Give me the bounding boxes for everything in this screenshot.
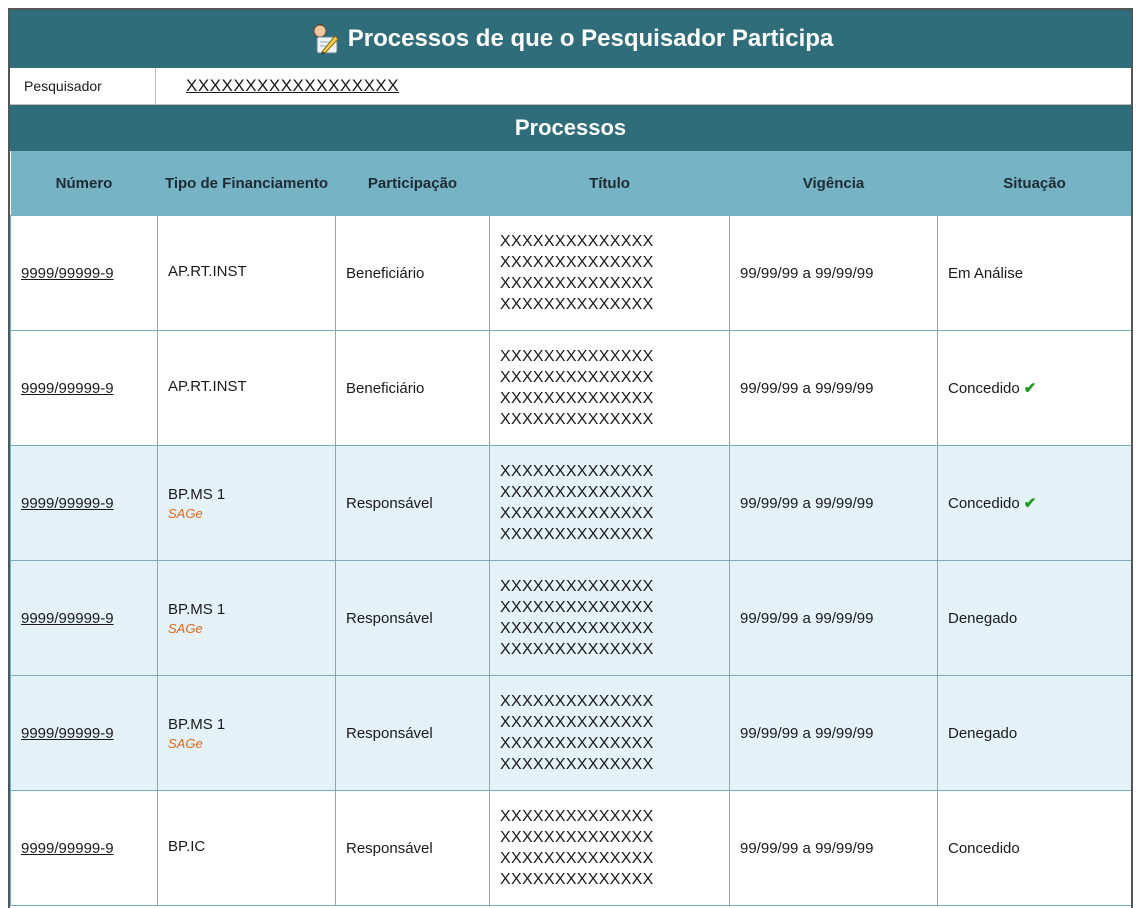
title-line: XXXXXXXXXXXXXX — [500, 505, 654, 522]
process-title: XXXXXXXXXXXXXX XXXXXXXXXXXXXX XXXXXXXXXX… — [489, 675, 730, 791]
status-label: Concedido — [948, 839, 1020, 857]
title-line: XXXXXXXXXXXXXX — [500, 348, 654, 365]
sage-label: SAGe — [168, 620, 203, 636]
validity-period: 99/99/99 a 99/99/99 — [729, 675, 938, 791]
processes-panel: Processos de que o Pesquisador Participa… — [8, 8, 1133, 908]
process-title: XXXXXXXXXXXXXX XXXXXXXXXXXXXX XXXXXXXXXX… — [489, 330, 730, 446]
title-line: XXXXXXXXXXXXXX — [500, 599, 654, 616]
title-line: XXXXXXXXXXXXXX — [500, 871, 654, 888]
funding-type: AP.RT.INST — [157, 330, 336, 446]
process-number-link[interactable]: 9999/99999-9 — [21, 380, 114, 397]
process-number-link[interactable]: 9999/99999-9 — [21, 840, 114, 857]
process-title: XXXXXXXXXXXXXX XXXXXXXXXXXXXX XXXXXXXXXX… — [489, 790, 730, 906]
title-line: XXXXXXXXXXXXXX — [500, 390, 654, 407]
researcher-edit-icon — [308, 22, 342, 56]
column-header-situacao: Situação — [937, 151, 1131, 216]
process-number-link[interactable]: 9999/99999-9 — [21, 725, 114, 742]
process-title: XXXXXXXXXXXXXX XXXXXXXXXXXXXX XXXXXXXXXX… — [489, 445, 730, 561]
validity-period: 99/99/99 a 99/99/99 — [729, 445, 938, 561]
process-title: XXXXXXXXXXXXXX XXXXXXXXXXXXXX XXXXXXXXXX… — [489, 215, 730, 331]
title-line: XXXXXXXXXXXXXX — [500, 484, 654, 501]
status-label: Concedido — [948, 380, 1020, 397]
title-line: XXXXXXXXXXXXXX — [500, 411, 654, 428]
sage-label: SAGe — [168, 735, 203, 751]
column-header-participacao: Participação — [335, 151, 490, 216]
title-line: XXXXXXXXXXXXXX — [500, 735, 654, 752]
status-label: Em Análise — [948, 264, 1024, 282]
funding-type: BP.IC — [157, 790, 336, 906]
column-header-titulo: Título — [489, 151, 730, 216]
title-line: XXXXXXXXXXXXXX — [500, 369, 654, 386]
title-line: XXXXXXXXXXXXXX — [500, 829, 654, 846]
sage-label: SAGe — [168, 505, 203, 521]
validity-period: 99/99/99 a 99/99/99 — [729, 215, 938, 331]
title-line: XXXXXXXXXXXXXX — [500, 808, 654, 825]
page-header: Processos de que o Pesquisador Participa — [10, 10, 1131, 68]
title-line: XXXXXXXXXXXXXX — [500, 254, 654, 271]
status-label: Denegado — [948, 609, 1018, 627]
column-header-vigencia: Vigência — [729, 151, 938, 216]
validity-period: 99/99/99 a 99/99/99 — [729, 330, 938, 446]
funding-type-label: BP.MS 1 — [168, 485, 226, 503]
title-line: XXXXXXXXXXXXXX — [500, 296, 654, 313]
participation: Beneficiário — [335, 215, 490, 331]
status: Denegado — [937, 560, 1131, 676]
table-row: 9999/99999-9 BP.IC Responsável XXXXXXXXX… — [10, 790, 1131, 906]
check-icon: ✔ — [1023, 380, 1037, 397]
funding-type: BP.MS 1 SAGe — [157, 675, 336, 791]
column-header-numero: Número — [10, 151, 158, 216]
validity-period: 99/99/99 a 99/99/99 — [729, 790, 938, 906]
title-line: XXXXXXXXXXXXXX — [500, 756, 654, 773]
table-row: 9999/99999-9 AP.RT.INST Beneficiário XXX… — [10, 330, 1131, 446]
researcher-label: Pesquisador — [10, 68, 156, 104]
funding-type: AP.RT.INST — [157, 215, 336, 331]
participation: Responsável — [335, 790, 490, 906]
participation: Responsável — [335, 560, 490, 676]
title-line: XXXXXXXXXXXXXX — [500, 526, 654, 543]
status-label: Concedido — [948, 495, 1020, 512]
funding-type-label: BP.MS 1 — [168, 600, 226, 618]
table-row: 9999/99999-9 AP.RT.INST Beneficiário XXX… — [10, 215, 1131, 331]
researcher-row: Pesquisador XXXXXXXXXXXXXXXXXX — [10, 68, 1131, 105]
status: Denegado — [937, 675, 1131, 791]
funding-type-label: AP.RT.INST — [168, 378, 247, 395]
status-label: Denegado — [948, 724, 1018, 742]
participation: Beneficiário — [335, 330, 490, 446]
title-line: XXXXXXXXXXXXXX — [500, 463, 654, 480]
researcher-name: XXXXXXXXXXXXXXXXXX — [186, 76, 400, 95]
title-line: XXXXXXXXXXXXXX — [500, 850, 654, 867]
title-line: XXXXXXXXXXXXXX — [500, 233, 654, 250]
funding-type: BP.MS 1 SAGe — [157, 560, 336, 676]
processes-table: Número Tipo de Financiamento Participaçã… — [10, 151, 1131, 906]
process-number-link[interactable]: 9999/99999-9 — [21, 610, 114, 627]
section-title: Processos — [10, 105, 1131, 151]
table-header-row: Número Tipo de Financiamento Participaçã… — [10, 151, 1131, 216]
process-number-link[interactable]: 9999/99999-9 — [21, 265, 114, 282]
title-line: XXXXXXXXXXXXXX — [500, 714, 654, 731]
status: Concedido — [937, 790, 1131, 906]
process-number-link[interactable]: 9999/99999-9 — [21, 495, 114, 512]
validity-period: 99/99/99 a 99/99/99 — [729, 560, 938, 676]
participation: Responsável — [335, 445, 490, 561]
funding-type-label: AP.RT.INST — [168, 263, 247, 280]
title-line: XXXXXXXXXXXXXX — [500, 693, 654, 710]
page-title: Processos de que o Pesquisador Participa — [347, 25, 834, 52]
table-row: 9999/99999-9 BP.MS 1 SAGe Responsável XXX… — [10, 560, 1131, 676]
table-row: 9999/99999-9 BP.MS 1 SAGe Responsável XXX… — [10, 675, 1131, 791]
check-icon: ✔ — [1023, 495, 1037, 512]
title-line: XXXXXXXXXXXXXX — [500, 275, 654, 292]
status: Em Análise — [937, 215, 1131, 331]
funding-type-label: BP.IC — [168, 838, 206, 855]
process-title: XXXXXXXXXXXXXX XXXXXXXXXXXXXX XXXXXXXXXX… — [489, 560, 730, 676]
title-line: XXXXXXXXXXXXXX — [500, 641, 654, 658]
status: Concedido ✔ — [937, 445, 1131, 561]
title-line: XXXXXXXXXXXXXX — [500, 578, 654, 595]
status: Concedido ✔ — [937, 330, 1131, 446]
funding-type-label: BP.MS 1 — [168, 715, 226, 733]
participation: Responsável — [335, 675, 490, 791]
funding-type: BP.MS 1 SAGe — [157, 445, 336, 561]
table-row: 9999/99999-9 BP.MS 1 SAGe Responsável XXX… — [10, 445, 1131, 561]
title-line: XXXXXXXXXXXXXX — [500, 620, 654, 637]
column-header-tipo: Tipo de Financiamento — [157, 151, 336, 216]
